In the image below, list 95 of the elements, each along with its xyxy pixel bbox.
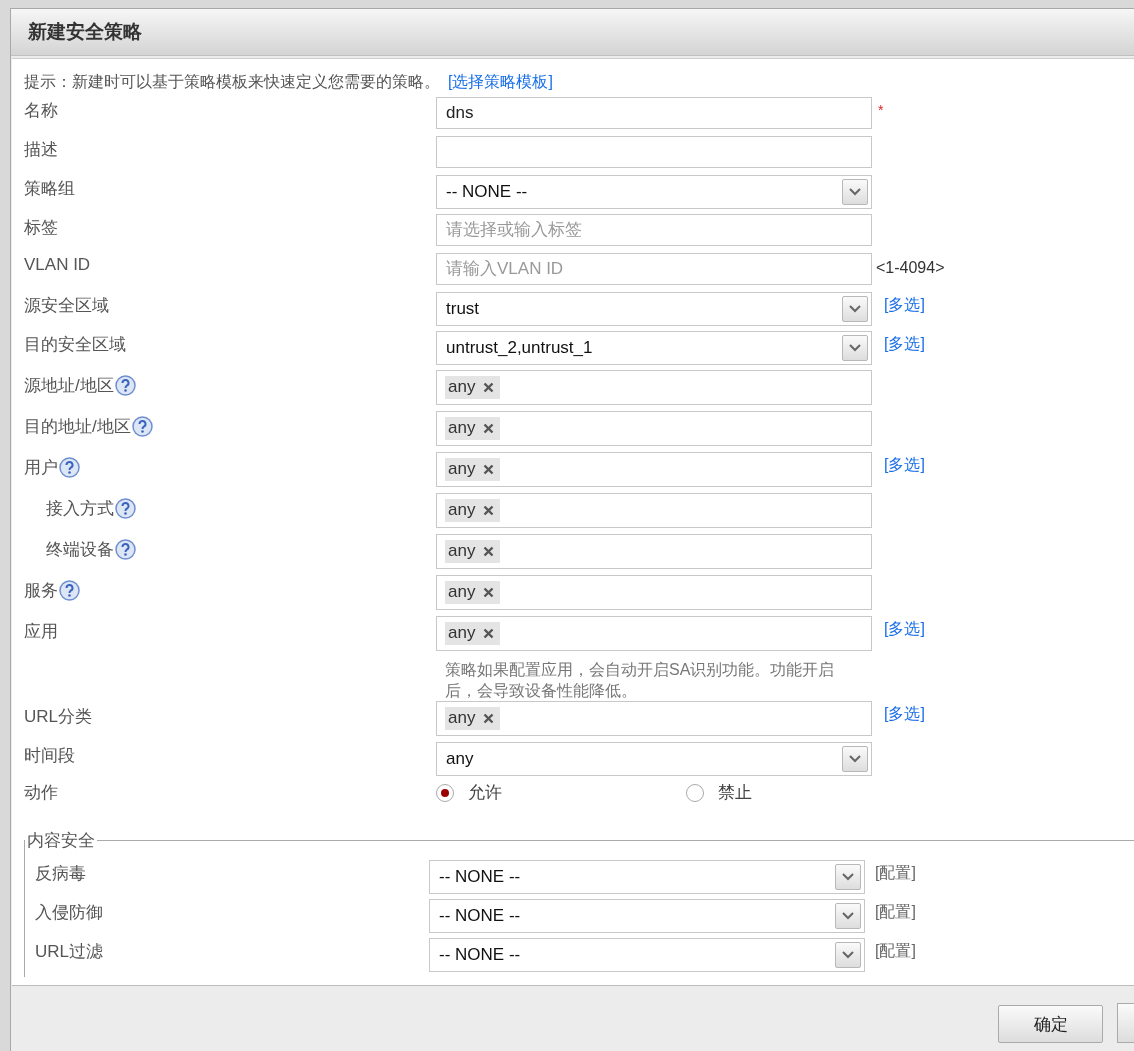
field-label: 接入方式 xyxy=(46,498,114,520)
caret-icon xyxy=(842,912,854,920)
radio-option[interactable]: 允许 xyxy=(436,781,686,804)
field-note: 策略如果配置应用，会自动开启SA识别功能。功能开启后，会导致设备性能降低。 xyxy=(444,660,836,701)
dropdown-button[interactable] xyxy=(842,179,868,205)
tag-chip: any xyxy=(445,499,501,522)
select-field[interactable]: any xyxy=(436,742,872,776)
radio-button[interactable] xyxy=(686,783,704,802)
remove-icon[interactable] xyxy=(483,463,495,475)
dropdown-button[interactable] xyxy=(835,864,861,890)
tag-field[interactable]: any xyxy=(436,370,872,405)
tag-chip: any xyxy=(445,458,501,481)
field-label: VLAN ID xyxy=(24,255,91,275)
field-label: 源安全区域 xyxy=(24,295,109,317)
field-label: 名称 xyxy=(24,100,58,122)
multi-select-link[interactable]: [多选] xyxy=(884,705,925,722)
field-label: 标签 xyxy=(24,217,58,239)
dialog-title: 新建安全策略 xyxy=(11,9,1134,56)
caret-icon xyxy=(842,951,854,959)
field-label: 终端设备 xyxy=(46,539,114,561)
multi-select-link[interactable]: [多选] xyxy=(884,335,925,352)
caret-icon xyxy=(849,305,861,313)
select-field[interactable]: untrust_2,untrust_1 xyxy=(436,331,872,365)
radio-button[interactable] xyxy=(436,783,454,802)
hint-text: 提示：新建时可以基于策略模板来快速定义您需要的策略。 xyxy=(24,71,440,92)
remove-icon[interactable] xyxy=(483,381,495,393)
tag-field[interactable]: any xyxy=(436,616,872,651)
confirm-button[interactable]: 确定 xyxy=(998,1005,1103,1043)
remove-icon[interactable] xyxy=(483,586,495,598)
help-icon[interactable] xyxy=(131,416,153,437)
tag-field[interactable]: any xyxy=(436,452,872,487)
field-label: 源地址/地区 xyxy=(24,375,114,397)
field-label: 服务 xyxy=(24,580,58,602)
remove-icon[interactable] xyxy=(483,504,495,516)
tag-field[interactable]: any xyxy=(436,575,872,610)
remove-icon[interactable] xyxy=(483,545,495,557)
select-field[interactable]: -- NONE -- xyxy=(429,938,865,972)
section-legend: 内容安全 xyxy=(25,829,97,852)
field-label: 反病毒 xyxy=(35,863,86,885)
text-field[interactable]: 请输入VLAN ID xyxy=(436,253,872,285)
tag-field[interactable]: any xyxy=(436,701,872,736)
range-hint: <1-4094> xyxy=(876,259,945,276)
remove-icon[interactable] xyxy=(483,627,495,639)
caret-icon xyxy=(849,188,861,196)
field-label: 目的安全区域 xyxy=(24,334,126,356)
dropdown-button[interactable] xyxy=(842,746,868,772)
remove-icon[interactable] xyxy=(483,712,495,724)
field-label: 用户 xyxy=(24,457,58,479)
tag-chip: any xyxy=(445,417,501,440)
tag-chip: any xyxy=(445,581,501,604)
dropdown-button[interactable] xyxy=(842,296,868,322)
field-label: 策略组 xyxy=(24,178,75,200)
config-link[interactable]: [配置] xyxy=(875,903,916,920)
dropdown-button[interactable] xyxy=(835,903,861,929)
tag-field[interactable]: any xyxy=(436,411,872,446)
field-label: 描述 xyxy=(24,139,58,161)
caret-icon xyxy=(842,873,854,881)
multi-select-link[interactable]: [多选] xyxy=(884,456,925,473)
field-label: URL过滤 xyxy=(35,941,103,963)
required-mark: * xyxy=(878,102,884,118)
config-link[interactable]: [配置] xyxy=(875,942,916,959)
select-field[interactable]: trust xyxy=(436,292,872,326)
tag-field[interactable]: any xyxy=(436,493,872,528)
field-label: URL分类 xyxy=(24,706,92,728)
multi-select-link[interactable]: [多选] xyxy=(884,296,925,313)
dropdown-button[interactable] xyxy=(842,335,868,361)
field-label: 应用 xyxy=(24,621,58,643)
select-field[interactable]: -- NONE -- xyxy=(436,175,872,209)
help-icon[interactable] xyxy=(59,580,80,601)
field-label: 目的地址/地区 xyxy=(24,416,131,438)
remove-icon[interactable] xyxy=(483,422,495,434)
text-field[interactable] xyxy=(436,136,872,168)
config-link[interactable]: [配置] xyxy=(875,864,916,881)
text-field[interactable]: 请选择或输入标签 xyxy=(436,214,872,246)
radio-option[interactable]: 禁止 xyxy=(686,781,936,804)
caret-icon xyxy=(849,344,861,352)
help-icon[interactable] xyxy=(114,375,136,396)
multi-select-link[interactable]: [多选] xyxy=(884,620,925,637)
dropdown-button[interactable] xyxy=(835,942,861,968)
caret-icon xyxy=(849,755,861,763)
tag-chip: any xyxy=(445,707,501,730)
tag-chip: any xyxy=(445,622,501,645)
tag-field[interactable]: any xyxy=(436,534,872,569)
text-field[interactable]: dns xyxy=(436,97,872,129)
tag-chip: any xyxy=(445,376,501,399)
tag-chip: any xyxy=(445,540,501,563)
field-label: 入侵防御 xyxy=(35,902,103,924)
help-icon[interactable] xyxy=(59,457,80,478)
help-icon[interactable] xyxy=(115,539,136,560)
select-field[interactable]: -- NONE -- xyxy=(429,860,865,894)
select-field[interactable]: -- NONE -- xyxy=(429,899,865,933)
field-label: 动作 xyxy=(24,782,58,804)
help-icon[interactable] xyxy=(115,498,136,519)
field-label: 时间段 xyxy=(24,745,75,767)
template-link[interactable]: [选择策略模板] xyxy=(448,71,553,93)
